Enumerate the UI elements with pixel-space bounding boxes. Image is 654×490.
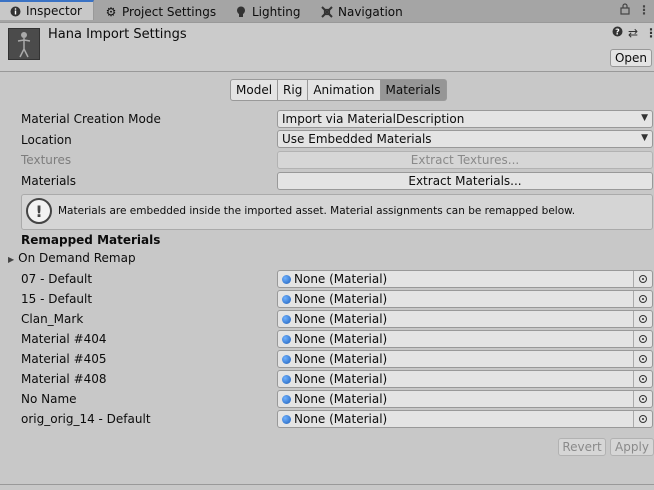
material-object-value: None (Material) (294, 332, 388, 346)
material-creation-mode-dropdown[interactable]: Import via MaterialDescription ▼ (277, 110, 653, 128)
material-object-value: None (Material) (294, 312, 388, 326)
remap-row-label: Material #404 (21, 332, 107, 346)
navigation-icon (320, 6, 334, 18)
material-icon (282, 374, 291, 384)
tab-project-settings-label: Project Settings (122, 5, 217, 19)
info-message: Materials are embedded inside the import… (58, 205, 576, 217)
material-object-value: None (Material) (294, 292, 388, 306)
on-demand-remap-foldout[interactable]: ▶ On Demand Remap (8, 251, 136, 265)
lock-icon[interactable] (620, 3, 630, 18)
tab-inspector-label: Inspector (26, 4, 82, 18)
tab-navigation-label: Navigation (338, 5, 403, 19)
dropdown-arrow-icon: ▼ (641, 113, 648, 123)
dropdown-arrow-icon: ▼ (641, 133, 648, 143)
materials-label: Materials (21, 174, 77, 188)
more-options-icon[interactable]: ⋮ (645, 26, 654, 40)
material-creation-mode-value: Import via MaterialDescription (282, 112, 465, 126)
material-object-field[interactable]: None (Material) (277, 270, 653, 288)
subtab-model[interactable]: Model (230, 79, 279, 101)
material-object-field[interactable]: None (Material) (277, 350, 653, 368)
remap-row-label: 07 - Default (21, 272, 93, 286)
more-options-icon[interactable]: ⋮ (638, 3, 650, 17)
material-object-field[interactable]: None (Material) (277, 370, 653, 388)
object-picker-icon[interactable] (633, 291, 652, 307)
material-icon (282, 414, 291, 424)
object-picker-icon[interactable] (633, 331, 652, 347)
subtab-animation[interactable]: Animation (308, 79, 381, 101)
location-label: Location (21, 133, 72, 147)
info-icon (8, 6, 22, 17)
material-object-field[interactable]: None (Material) (277, 410, 653, 428)
foldout-label: On Demand Remap (18, 251, 136, 265)
remap-row-label: orig_orig_14 - Default (21, 412, 151, 426)
extract-textures-button[interactable]: Extract Textures... (277, 151, 653, 169)
material-object-value: None (Material) (294, 272, 388, 286)
info-help-box: ! Materials are embedded inside the impo… (21, 194, 653, 230)
tab-project-settings[interactable]: ⚙ Project Settings (104, 2, 216, 22)
material-object-value: None (Material) (294, 372, 388, 386)
object-picker-icon[interactable] (633, 311, 652, 327)
open-button[interactable]: Open (610, 49, 652, 67)
location-value: Use Embedded Materials (282, 132, 432, 146)
object-picker-icon[interactable] (633, 391, 652, 407)
lightbulb-icon (234, 6, 248, 18)
material-creation-mode-label: Material Creation Mode (21, 112, 161, 126)
material-icon (282, 294, 291, 304)
revert-button[interactable]: Revert (558, 438, 606, 456)
import-subtabs: Model Rig Animation Materials (230, 79, 447, 101)
gear-icon: ⚙ (105, 5, 117, 19)
textures-label: Textures (21, 153, 72, 167)
tab-lighting[interactable]: Lighting (234, 2, 301, 22)
object-picker-icon[interactable] (633, 411, 652, 427)
svg-text:?: ? (615, 28, 620, 37)
material-icon (282, 394, 291, 404)
remapped-materials-heading: Remapped Materials (21, 233, 161, 247)
tab-navigation[interactable]: Navigation (320, 2, 403, 22)
material-icon (282, 314, 291, 324)
location-dropdown[interactable]: Use Embedded Materials ▼ (277, 130, 653, 148)
material-object-field[interactable]: None (Material) (277, 310, 653, 328)
material-object-value: None (Material) (294, 412, 388, 426)
preset-icon[interactable]: ⇄ (628, 26, 638, 40)
remap-row-label: 15 - Default (21, 292, 93, 306)
tab-lighting-label: Lighting (252, 5, 301, 19)
bottom-divider (0, 484, 654, 485)
inspector-header: Hana Import Settings ? ⇄ ⋮ Open (0, 23, 654, 72)
page-title: Hana Import Settings (48, 27, 187, 42)
model-thumbnail (8, 28, 40, 60)
material-icon (282, 354, 291, 364)
apply-button[interactable]: Apply (610, 438, 654, 456)
material-object-field[interactable]: None (Material) (277, 330, 653, 348)
warning-icon: ! (26, 198, 52, 224)
remap-row-label: Material #408 (21, 372, 107, 386)
subtab-materials[interactable]: Materials (380, 79, 447, 101)
object-picker-icon[interactable] (633, 351, 652, 367)
tab-inspector[interactable]: Inspector (0, 0, 94, 20)
extract-materials-button[interactable]: Extract Materials... (277, 172, 653, 190)
editor-tab-bar: Inspector ⚙ Project Settings Lighting Na… (0, 0, 654, 23)
remap-row-label: Clan_Mark (21, 312, 84, 326)
material-icon (282, 334, 291, 344)
material-object-value: None (Material) (294, 392, 388, 406)
material-object-field[interactable]: None (Material) (277, 390, 653, 408)
foldout-arrow-icon: ▶ (8, 255, 15, 264)
object-picker-icon[interactable] (633, 371, 652, 387)
subtab-rig[interactable]: Rig (278, 79, 309, 101)
material-object-value: None (Material) (294, 352, 388, 366)
remap-row-label: Material #405 (21, 352, 107, 366)
material-object-field[interactable]: None (Material) (277, 290, 653, 308)
help-icon[interactable]: ? (612, 26, 623, 40)
object-picker-icon[interactable] (633, 271, 652, 287)
remap-row-label: No Name (21, 392, 77, 406)
material-icon (282, 274, 291, 284)
